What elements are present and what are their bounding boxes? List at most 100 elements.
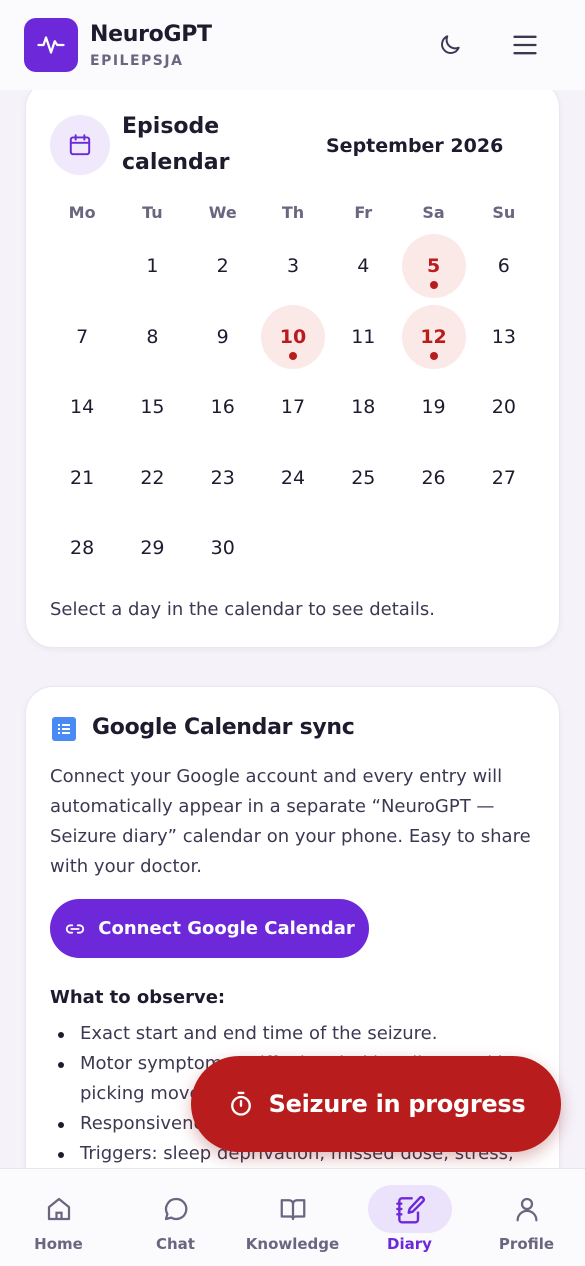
calendar-day-episode[interactable]: 10	[258, 302, 328, 373]
empty-day-cell	[328, 513, 398, 584]
day-number-text: 30	[210, 537, 235, 560]
day-number-text: 16	[210, 396, 235, 419]
calendar-hint: Select a day in the calendar to see deta…	[50, 599, 435, 620]
day-number: 22	[120, 446, 184, 510]
calendar-day[interactable]: 26	[398, 443, 468, 514]
user-icon	[516, 1197, 537, 1222]
moon-icon	[441, 35, 460, 54]
day-number: 15	[120, 375, 184, 439]
nav-item-home[interactable]: Home	[0, 1169, 117, 1253]
calendar-day[interactable]: 27	[469, 443, 539, 514]
calendar-day[interactable]: 15	[117, 372, 187, 443]
calendar-day[interactable]: 2	[188, 231, 258, 302]
menu-button[interactable]	[508, 28, 542, 62]
day-number-text: 21	[70, 466, 95, 489]
nav-item-profile[interactable]: Profile	[468, 1169, 585, 1253]
calendar-day[interactable]: 13	[469, 302, 539, 373]
calendar-day[interactable]: 3	[258, 231, 328, 302]
chat-icon	[164, 1197, 187, 1221]
calendar-icon	[69, 134, 91, 156]
calendar-day[interactable]: 7	[47, 302, 117, 373]
seizure-in-progress-button[interactable]: Seizure in progress	[191, 1056, 561, 1152]
day-number: 24	[261, 446, 325, 510]
nav-item-knowledge[interactable]: Knowledge	[234, 1169, 351, 1253]
nav-item-diary[interactable]: Diary	[351, 1169, 468, 1253]
calendar-day[interactable]: 6	[469, 231, 539, 302]
brand: NeuroGPT EPILEPSJA	[90, 22, 212, 69]
list-item: Exact start and end time of the seizure.	[50, 1019, 545, 1049]
episode-dot	[429, 281, 438, 290]
day-number-text: 25	[351, 466, 376, 489]
day-number: 28	[50, 516, 114, 580]
connect-button-label: Connect Google Calendar	[98, 918, 355, 939]
day-number: 19	[402, 375, 466, 439]
day-number: 13	[472, 305, 536, 369]
calendar-day[interactable]: 9	[188, 302, 258, 373]
day-number: 30	[191, 516, 255, 580]
calendar-day[interactable]: 14	[47, 372, 117, 443]
day-number-text: 2	[216, 255, 229, 278]
day-number-text: 4	[357, 255, 370, 278]
day-number: 2	[191, 234, 255, 298]
calendar-day[interactable]: 20	[469, 372, 539, 443]
bottom-navigation: Home Chat Knowledge Diary Profile	[0, 1168, 585, 1266]
day-number-text: 29	[140, 537, 165, 560]
empty-day-cell	[258, 513, 328, 584]
calendar-day[interactable]: 23	[188, 443, 258, 514]
day-number: 27	[472, 446, 536, 510]
calendar-day[interactable]: 16	[188, 372, 258, 443]
day-number-text: 10	[279, 325, 307, 348]
day-number-text: 5	[426, 255, 441, 278]
calendar-day[interactable]: 21	[47, 443, 117, 514]
calendar-day[interactable]: 30	[188, 513, 258, 584]
day-number-text: 22	[140, 466, 165, 489]
calendar-day[interactable]: 25	[328, 443, 398, 514]
day-number-text: 19	[421, 396, 446, 419]
nav-item-chat[interactable]: Chat	[117, 1169, 234, 1253]
day-number-text: 11	[351, 325, 376, 348]
day-number-text: 8	[146, 325, 159, 348]
calendar-day-episode[interactable]: 5	[398, 231, 468, 302]
calendar-day[interactable]: 4	[328, 231, 398, 302]
calendar-day[interactable]: 11	[328, 302, 398, 373]
day-number: 21	[50, 446, 114, 510]
calendar-day[interactable]: 29	[117, 513, 187, 584]
google-sync-description: Connect your Google account and every en…	[50, 766, 531, 877]
day-number: 5	[401, 234, 466, 299]
fab-label: Seizure in progress	[268, 1090, 526, 1118]
connect-google-calendar-button[interactable]: Connect Google Calendar	[50, 899, 369, 958]
link-icon	[66, 923, 85, 934]
calendar-day[interactable]: 22	[117, 443, 187, 514]
calendar-day[interactable]: 1	[117, 231, 187, 302]
calendar-day[interactable]: 8	[117, 302, 187, 373]
episode-dot	[429, 351, 438, 360]
calendar-day-episode[interactable]: 12	[398, 302, 468, 373]
app-header: NeuroGPT EPILEPSJA	[0, 0, 585, 90]
theme-toggle-button[interactable]	[433, 28, 467, 62]
day-number-text: 20	[491, 396, 516, 419]
day-number-text: 27	[491, 466, 516, 489]
day-number: 29	[120, 516, 184, 580]
weekday-label: Su	[492, 203, 516, 222]
nav-label-home: Home	[34, 1235, 83, 1253]
day-number-text: 15	[140, 396, 165, 419]
weekday-label: Sa	[422, 203, 445, 222]
calendar-day[interactable]: 18	[328, 372, 398, 443]
day-number-text: 6	[497, 255, 510, 278]
home-icon	[47, 1197, 70, 1221]
day-number-text: 26	[421, 466, 446, 489]
nav-icon-wrap	[367, 1185, 452, 1233]
day-number: 26	[402, 446, 466, 510]
nav-label-profile: Profile	[498, 1235, 555, 1253]
day-number: 20	[472, 375, 536, 439]
calendar-day[interactable]: 19	[398, 372, 468, 443]
app-logo[interactable]	[24, 18, 78, 72]
weekday-label: Th	[281, 203, 305, 222]
calendar-day[interactable]: 17	[258, 372, 328, 443]
day-number-text: 24	[280, 466, 306, 489]
day-number: 18	[331, 375, 395, 439]
nav-icon-wrap	[251, 1185, 335, 1233]
calendar-day[interactable]: 24	[258, 443, 328, 514]
calendar-day[interactable]: 28	[47, 513, 117, 584]
day-number: 23	[191, 446, 255, 510]
